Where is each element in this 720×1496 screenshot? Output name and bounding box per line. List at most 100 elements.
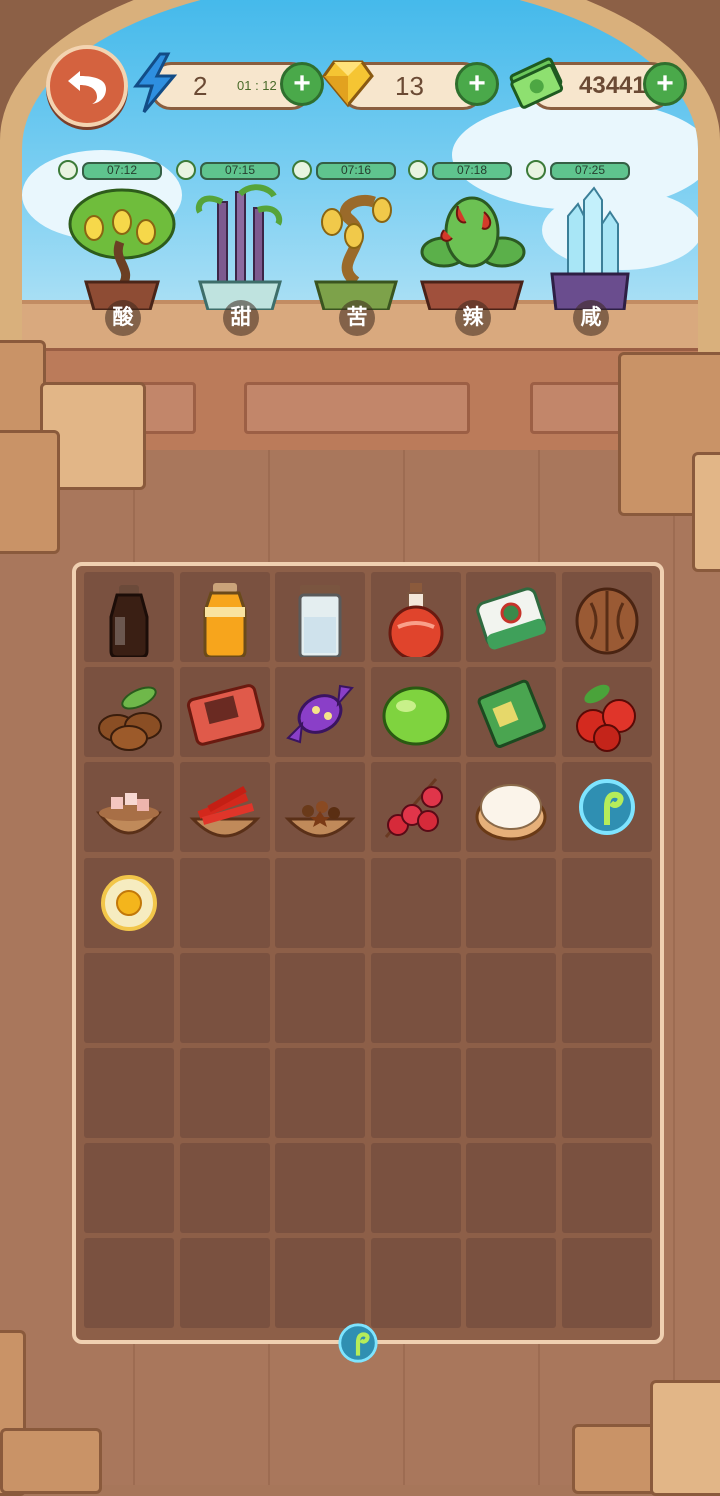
lime-icon bbox=[382, 686, 450, 746]
clock-icon bbox=[526, 160, 546, 180]
board-cell[interactable] bbox=[179, 1143, 270, 1234]
add-gem-button[interactable]: + bbox=[455, 62, 499, 106]
board-cell[interactable] bbox=[84, 1143, 174, 1234]
chili-bowl-icon bbox=[189, 786, 261, 838]
board-cell[interactable] bbox=[561, 1047, 652, 1138]
clock-icon bbox=[408, 160, 428, 180]
back-button[interactable] bbox=[46, 45, 128, 127]
plant-label: 咸 bbox=[573, 300, 609, 336]
board-cell[interactable] bbox=[275, 952, 366, 1043]
board-cell[interactable] bbox=[466, 952, 557, 1043]
back-arrow-icon bbox=[68, 71, 106, 104]
board-cell[interactable] bbox=[561, 1143, 652, 1234]
board-cell[interactable] bbox=[370, 572, 461, 662]
soy-sauce-bottle-icon bbox=[109, 585, 149, 657]
board-cell[interactable] bbox=[370, 952, 461, 1043]
purple-candy-icon bbox=[286, 685, 355, 744]
plant-label: 甜 bbox=[223, 300, 259, 336]
energy-value: 2 bbox=[193, 71, 208, 101]
board-cell[interactable] bbox=[179, 762, 270, 853]
board-cell[interactable] bbox=[275, 572, 366, 662]
board-cell[interactable] bbox=[84, 762, 174, 853]
board-cell[interactable] bbox=[561, 762, 652, 853]
plant-timer-text: 07:18 bbox=[456, 163, 488, 177]
board-cell[interactable] bbox=[179, 572, 270, 662]
board-cell[interactable] bbox=[84, 1047, 174, 1138]
board-cell[interactable] bbox=[370, 667, 461, 758]
board-cell[interactable] bbox=[275, 667, 366, 758]
plant-label: 辣 bbox=[455, 300, 491, 336]
green-sprout-bubble-icon[interactable] bbox=[330, 1315, 386, 1371]
green-notebook-icon bbox=[477, 679, 547, 749]
handheld-game-icon bbox=[186, 684, 265, 746]
board-cell[interactable] bbox=[370, 857, 461, 948]
plant-label: 酸 bbox=[105, 300, 141, 336]
board-cell[interactable] bbox=[179, 1238, 270, 1329]
plant-timer: 07:12 bbox=[58, 160, 186, 180]
crate bbox=[572, 1424, 662, 1494]
clock-icon bbox=[176, 160, 196, 180]
egg-yolk-bubble-icon bbox=[101, 874, 157, 931]
mahjong-tile-icon bbox=[476, 587, 547, 650]
board-cell[interactable] bbox=[466, 1143, 557, 1234]
plant-timer: 07:25 bbox=[526, 160, 654, 180]
plant-timer-text: 07:16 bbox=[340, 163, 372, 177]
board-cell[interactable] bbox=[275, 857, 366, 948]
add-cash-button[interactable]: + bbox=[643, 62, 687, 106]
plant-label: 苦 bbox=[339, 300, 375, 336]
board-cell[interactable] bbox=[275, 1047, 366, 1138]
plant-spicy[interactable]: 07:18 辣 bbox=[408, 160, 526, 340]
board-cell[interactable] bbox=[561, 857, 652, 948]
energy-timer: 01 : 12 bbox=[237, 78, 277, 93]
plant-sour[interactable]: 07:12 酸 bbox=[58, 160, 176, 340]
board-cell[interactable] bbox=[466, 667, 557, 758]
plant-sweet[interactable]: 07:15 甜 bbox=[176, 160, 290, 340]
board-cell[interactable] bbox=[84, 667, 174, 758]
crate bbox=[0, 1428, 102, 1494]
board-cell[interactable] bbox=[561, 1238, 652, 1329]
board-cell[interactable] bbox=[179, 1047, 270, 1138]
board-cell[interactable] bbox=[466, 762, 557, 853]
merge-grid bbox=[84, 572, 652, 1329]
counter-panel bbox=[244, 382, 470, 434]
counter-panel bbox=[530, 382, 626, 434]
board-cell[interactable] bbox=[84, 857, 174, 948]
merge-board bbox=[72, 562, 664, 1344]
board-cell[interactable] bbox=[84, 952, 174, 1043]
plant-timer: 07:15 bbox=[176, 160, 304, 180]
board-cell[interactable] bbox=[179, 857, 270, 948]
board-cell[interactable] bbox=[370, 1143, 461, 1234]
board-cell[interactable] bbox=[370, 1047, 461, 1138]
board-cell[interactable] bbox=[84, 572, 174, 662]
lightning-icon bbox=[133, 52, 178, 113]
board-cell[interactable] bbox=[466, 572, 557, 662]
plant-timer: 07:16 bbox=[292, 160, 420, 180]
crate bbox=[650, 1380, 720, 1496]
lychee-branch-icon bbox=[384, 778, 443, 839]
board-cell[interactable] bbox=[561, 572, 652, 662]
crate bbox=[692, 452, 720, 572]
clock-icon bbox=[292, 160, 312, 180]
add-energy-button[interactable]: + bbox=[280, 62, 324, 106]
cash-icon bbox=[509, 57, 564, 109]
plant-bitter[interactable]: 07:16 苦 bbox=[292, 160, 406, 340]
orange-juice-jar-icon bbox=[203, 583, 247, 657]
board-cell[interactable] bbox=[561, 667, 652, 758]
gem-value: 13 bbox=[395, 71, 424, 101]
board-cell[interactable] bbox=[275, 1143, 366, 1234]
plant-timer: 07:18 bbox=[408, 160, 536, 180]
board-cell[interactable] bbox=[179, 667, 270, 758]
plant-salty[interactable]: 07:25 咸 bbox=[526, 160, 640, 340]
board-cell[interactable] bbox=[466, 1047, 557, 1138]
green-sprout-bubble-svg bbox=[338, 1323, 378, 1363]
board-cell[interactable] bbox=[84, 1238, 174, 1329]
board-cell[interactable] bbox=[466, 1238, 557, 1329]
plant-timer-text: 07:25 bbox=[574, 163, 606, 177]
board-cell[interactable] bbox=[561, 952, 652, 1043]
crate bbox=[0, 430, 60, 554]
board-cell[interactable] bbox=[275, 762, 366, 853]
board-cell[interactable] bbox=[370, 762, 461, 853]
lemon-tree-icon bbox=[68, 188, 176, 310]
board-cell[interactable] bbox=[179, 952, 270, 1043]
board-cell[interactable] bbox=[466, 857, 557, 948]
